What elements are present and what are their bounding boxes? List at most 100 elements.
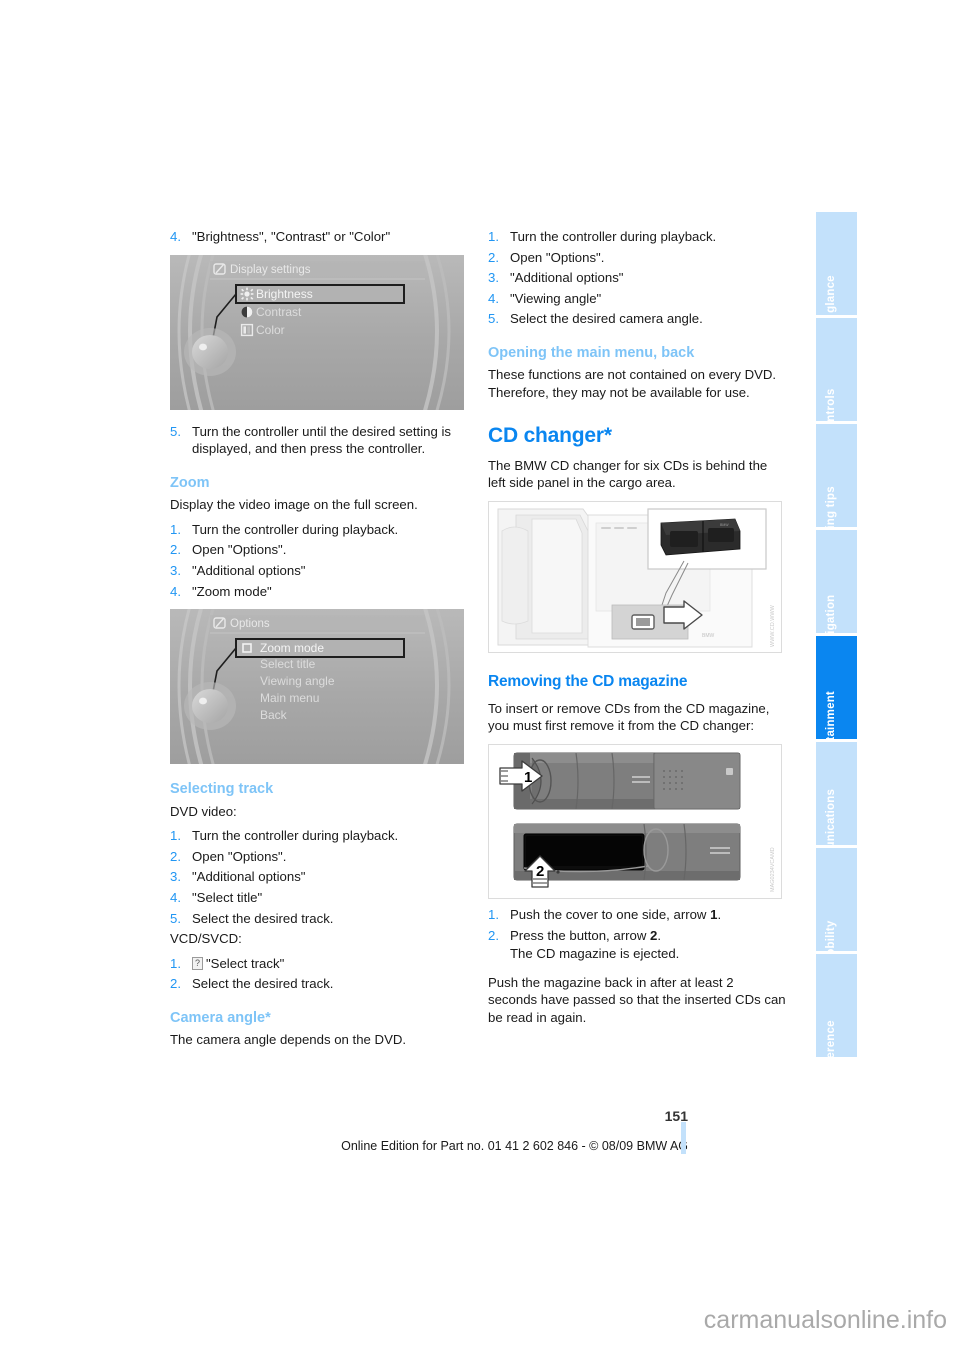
step-text: "Zoom mode" [192, 583, 272, 599]
step-text: Turn the controller during playback. [510, 229, 717, 244]
list-item: 3. "Additional options" [488, 269, 786, 287]
step-number: 1. [170, 521, 181, 537]
step-text: "Select track" [206, 955, 285, 971]
step-text: Push the cover to one side, arrow [510, 906, 711, 922]
zoom-intro: Display the video image on the full scre… [170, 497, 418, 513]
sidebar-tab-navigation[interactable]: Navigation [816, 530, 857, 655]
list-item: 1. ? "Select track" [170, 955, 468, 973]
step-text: Select the desired track. [192, 910, 334, 926]
list-item: 2. Press the button, arrow 2. The CD mag… [488, 927, 786, 962]
dvd-track-steps: 1. Turn the controller during playback. … [170, 827, 468, 927]
figure-cargo-area: BMW BMW WWW.CD.WWW [488, 500, 786, 653]
page-marker [681, 1122, 686, 1154]
sidebar-tab-communications[interactable]: Communications [816, 742, 857, 885]
list-item: 3. "Additional options" [170, 868, 468, 886]
step-text-tail: . [657, 928, 662, 944]
step-subtext: The CD magazine is ejected. [510, 946, 680, 962]
step-text: Select the desired camera angle. [510, 311, 703, 327]
svg-text:Back: Back [260, 708, 288, 722]
svg-text:Display settings: Display settings [230, 264, 311, 276]
site-watermark: carmanualsonline.info [703, 1306, 947, 1334]
list-item: 4. "Zoom mode" [170, 583, 468, 601]
svg-text:BMW: BMW [702, 633, 715, 639]
step-number: 1. [488, 229, 499, 244]
svg-text:BMW: BMW [720, 523, 729, 527]
step-number: 5. [170, 910, 181, 926]
step-number: 2. [170, 976, 181, 992]
step-number: 2. [170, 542, 181, 558]
list-item: 1. Turn the controller during playback. [170, 827, 468, 845]
step-text: Turn the controller during playback. [192, 828, 399, 844]
step-number: 3. [170, 869, 181, 885]
list-item: 3. "Additional options" [170, 562, 468, 580]
list-item: 1. Turn the controller during playback. [170, 521, 468, 539]
list-item: 2. Select the desired track. [170, 975, 468, 993]
step-text: "Additional options" [192, 869, 306, 885]
svg-text:1: 1 [524, 769, 532, 786]
step-text: Open "Options". [510, 249, 605, 265]
step-number: 4. [170, 583, 181, 599]
manual-page: 4. "Brightness", "Contrast" or "Color" D… [0, 0, 960, 1358]
list-item: 2. Open "Options". [170, 848, 468, 866]
heading-main-menu-back: Opening the main menu, back [488, 344, 695, 361]
heading-zoom: Zoom [170, 474, 210, 491]
sidebar-tab-mobility[interactable]: Mobility [816, 848, 857, 966]
figure-cd-magazine: 1 2 MAG0234VCAMD [488, 743, 786, 899]
sidebar-tab-label: Reference [824, 1020, 837, 1078]
page-number: 151 [664, 1108, 688, 1124]
display-settings-screenshot: Display settings Brightness Contrast Col… [170, 254, 464, 410]
svg-text:Brightness: Brightness [256, 287, 313, 301]
svg-text:Viewing angle: Viewing angle [260, 674, 335, 688]
heading-selecting-track: Selecting track [170, 781, 274, 798]
sidebar-tab-controls[interactable]: Controls [816, 318, 857, 437]
heading-cd-changer: CD changer* [488, 423, 612, 447]
camera-angle-steps: 1. Turn the controller during playback. … [488, 228, 786, 328]
figure-display-settings: Display settings Brightness Contrast Col… [170, 254, 468, 410]
step-number: 2. [488, 928, 499, 944]
step-number: 1. [170, 955, 181, 971]
step-number: 4. [488, 290, 499, 306]
options-menu-screenshot: Options Zoom mode Select title Viewing a… [170, 609, 464, 765]
list-item: 4. "Brightness", "Contrast" or "Color" [170, 228, 468, 246]
right-column: 1. Turn the controller during playback. … [488, 228, 786, 1026]
step-text: "Additional options" [192, 562, 306, 578]
sidebar-tab-entertainment[interactable]: Entertainment [816, 636, 857, 771]
zoom-steps: 1. Turn the controller during playback. … [170, 521, 468, 600]
list-item: 5. Turn the controller until the desired… [170, 423, 468, 458]
cd-changer-text: The BMW CD changer for six CDs is behind… [488, 457, 768, 491]
removing-magazine-text: To insert or remove CDs from the CD maga… [488, 700, 770, 734]
cargo-area-illustration: BMW BMW WWW.CD.WWW [488, 500, 782, 653]
vcd-track-steps: 1. ? "Select track" 2. Select the desired… [170, 955, 468, 993]
step-text: Open "Options". [192, 542, 287, 558]
step-text: "Select title" [192, 889, 263, 905]
step-text: "Brightness", "Contrast" or "Color" [192, 229, 391, 244]
step-number: 1. [488, 906, 499, 922]
svg-text:Main menu: Main menu [260, 691, 319, 705]
sidebar-tab-at-a-glance[interactable]: At a glance [816, 212, 857, 339]
heading-removing-cd-magazine: Removing the CD magazine [488, 672, 688, 690]
step-number: 1. [170, 828, 181, 844]
step-number: 2. [488, 249, 499, 265]
step-number: 2. [170, 848, 181, 864]
step-number: 5. [170, 423, 181, 439]
closing-note: Push the magazine back in after at least… [488, 974, 786, 1025]
svg-text:Options: Options [230, 618, 270, 630]
left-column: 4. "Brightness", "Contrast" or "Color" D… [170, 228, 468, 1049]
step-number: 4. [170, 229, 181, 244]
sidebar-tab-reference[interactable]: Reference [816, 954, 857, 1078]
cd-magazine-illustration: 1 2 MAG0234VCAMD [488, 743, 782, 899]
list-item: 1. Push the cover to one side, arrow 1. [488, 906, 786, 924]
removing-magazine-steps: 1. Push the cover to one side, arrow 1. … [488, 906, 786, 963]
list-item: 4. "Select title" [170, 889, 468, 907]
svg-text:MAG0234VCAMD: MAG0234VCAMD [770, 847, 776, 892]
svg-text:Contrast: Contrast [256, 305, 302, 319]
step5-list: 5. Turn the controller until the desired… [170, 423, 468, 458]
step-text: Turn the controller during playback. [192, 521, 399, 537]
svg-text:Zoom mode: Zoom mode [260, 641, 324, 655]
list-item: 2. Open "Options". [488, 249, 786, 267]
dvd-video-label: DVD video: [170, 803, 237, 819]
sidebar-tab-driving-tips[interactable]: Driving tips [816, 424, 857, 552]
step-text: Select the desired track. [192, 976, 334, 992]
section-index-sidebar: At a glance Controls Driving tips Naviga… [816, 212, 857, 1078]
edition-line: Online Edition for Part no. 01 41 2 602 … [341, 1139, 688, 1153]
